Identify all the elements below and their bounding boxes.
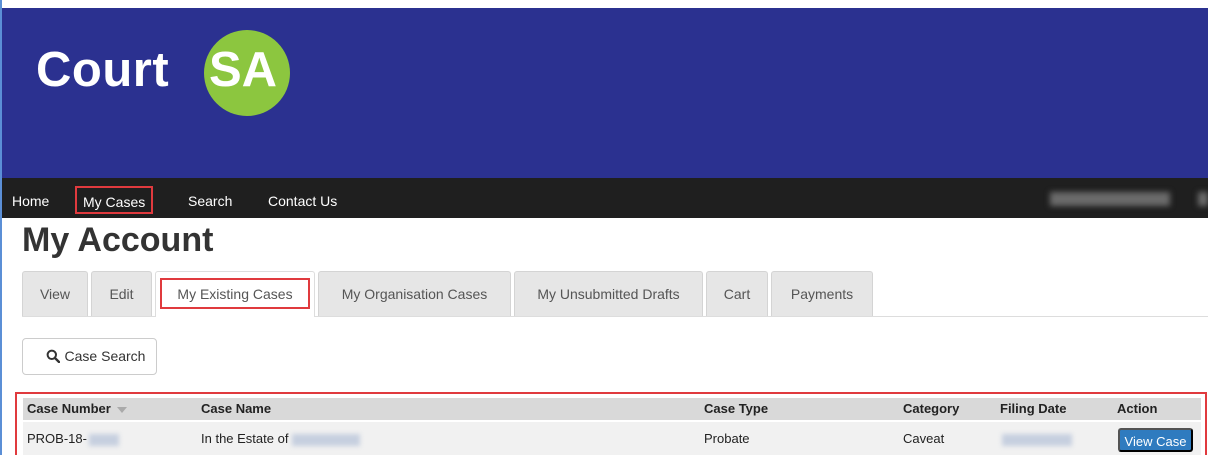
- col-case-type: Case Type: [704, 401, 769, 416]
- col-action: Action: [1117, 401, 1158, 416]
- search-icon: [46, 349, 60, 363]
- table-row: PROB-18- In the Estate of Probate Caveat…: [23, 422, 1201, 455]
- cell-case-name: In the Estate of: [201, 422, 361, 455]
- col-case-name: Case Name: [201, 401, 272, 416]
- nav-extra-redacted[interactable]: [1198, 192, 1208, 206]
- redacted-case-number: [88, 433, 119, 446]
- tab-edit[interactable]: Edit: [91, 271, 152, 316]
- account-tabs: View Edit My Existing Cases My Organisat…: [22, 271, 1208, 317]
- nav-search[interactable]: Search: [188, 178, 232, 218]
- logo-text-court: Court: [36, 43, 170, 97]
- tab-view[interactable]: View: [22, 271, 88, 316]
- redacted-filing-date: [1002, 433, 1072, 446]
- case-search-label: Case Search: [64, 348, 146, 364]
- tab-my-existing-cases-label: My Existing Cases: [160, 278, 310, 309]
- redacted-case-name: [292, 433, 361, 446]
- cases-table: Case Number Case Name Case Type Category…: [15, 392, 1207, 455]
- tab-my-organisation-cases[interactable]: My Organisation Cases: [318, 271, 511, 316]
- tab-payments[interactable]: Payments: [771, 271, 873, 316]
- col-case-number[interactable]: Case Number: [27, 398, 127, 420]
- cell-case-type: Probate: [704, 431, 750, 446]
- main-nav: Home My Cases Search Contact Us: [2, 178, 1208, 218]
- cell-filing-date: [1000, 422, 1072, 455]
- site-header: Court SA: [2, 8, 1208, 178]
- nav-home[interactable]: Home: [12, 178, 49, 218]
- col-case-number-label: Case Number: [27, 401, 111, 416]
- nav-contact-us[interactable]: Contact Us: [268, 178, 337, 218]
- col-category: Category: [903, 401, 960, 416]
- tab-my-unsubmitted-drafts[interactable]: My Unsubmitted Drafts: [514, 271, 703, 316]
- page-title: My Account: [22, 221, 214, 259]
- view-case-button[interactable]: View Case: [1118, 428, 1193, 452]
- cell-category: Caveat: [903, 431, 945, 446]
- logo-text-sa: SA: [209, 43, 278, 97]
- cell-case-number: PROB-18-: [27, 422, 119, 455]
- tab-cart[interactable]: Cart: [706, 271, 768, 316]
- sort-desc-icon[interactable]: [116, 406, 127, 413]
- col-filing-date: Filing Date: [1000, 401, 1067, 416]
- nav-my-cases[interactable]: My Cases: [75, 186, 154, 214]
- courtsa-logo[interactable]: Court SA: [36, 26, 306, 116]
- nav-user-redacted[interactable]: [1050, 192, 1170, 206]
- table-header: Case Number Case Name Case Type Category…: [23, 398, 1201, 420]
- case-search-button[interactable]: Case Search: [22, 338, 157, 375]
- tab-my-existing-cases[interactable]: My Existing Cases: [155, 271, 315, 317]
